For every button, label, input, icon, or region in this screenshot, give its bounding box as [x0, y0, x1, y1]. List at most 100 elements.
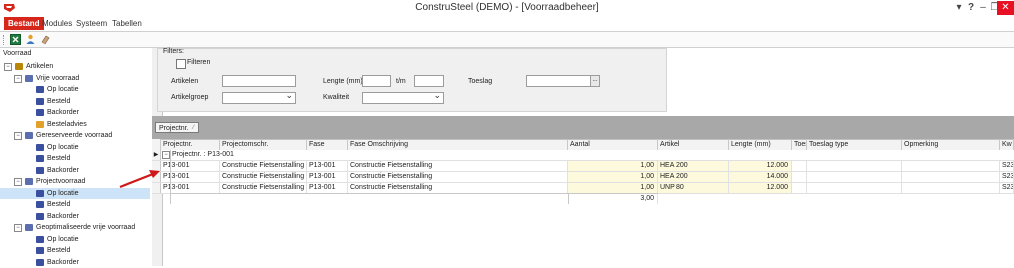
tree-item-label: Gereserveerde voorraad	[36, 132, 113, 139]
cell-artikel[interactable]: HEA 200	[658, 161, 729, 171]
tree-item[interactable]: − Vrije voorraad	[0, 73, 150, 84]
collapse-icon[interactable]: −	[4, 63, 12, 71]
list-icon	[36, 143, 44, 151]
close-button[interactable]: ✕	[997, 1, 1014, 15]
artikelen-label: Artikelen	[171, 78, 199, 85]
tree-item-label: Backorder	[47, 109, 79, 116]
menu-tabellen[interactable]: Tabellen	[108, 17, 146, 30]
cell-empty[interactable]	[792, 183, 807, 193]
lengte-to-input[interactable]	[414, 75, 444, 87]
tree-item[interactable]: Besteld	[0, 96, 150, 107]
cell-empty[interactable]	[807, 172, 902, 182]
tree-item[interactable]: Besteld	[0, 153, 150, 164]
tree-item[interactable]: Besteld	[0, 199, 150, 210]
lengte-from-input[interactable]	[362, 75, 391, 87]
cell-empty[interactable]	[902, 183, 1000, 193]
tree-item[interactable]: − Gereserveerde voorraad	[0, 130, 150, 141]
tree-item-label: Op locatie	[47, 235, 79, 243]
cell-fase-omschrijving[interactable]: Constructie Fietsenstalling	[348, 172, 568, 182]
stock-icon	[25, 224, 33, 231]
cell-lengte[interactable]: 12.000	[729, 161, 792, 171]
tree-item-label: Besteld	[47, 97, 71, 105]
collapse-icon[interactable]: −	[14, 132, 22, 140]
cell-aantal[interactable]: 1,00	[568, 183, 658, 193]
cell-empty[interactable]	[807, 183, 902, 193]
tree-item[interactable]: − Artikelen	[0, 61, 150, 72]
voorraad-tree: Voorraad − Artikelen − Vrije voorraad Op loc…	[0, 48, 153, 266]
cell-artikel[interactable]: HEA 200	[658, 172, 729, 182]
cell-aantal[interactable]: 1,00	[568, 172, 658, 182]
cell-fase[interactable]: P13-001	[307, 161, 348, 171]
toeslag-browse-button[interactable]: ...	[590, 75, 600, 87]
column-header[interactable]: Toeslag	[792, 139, 807, 150]
eraser-icon[interactable]	[40, 34, 51, 45]
group-row[interactable]	[152, 150, 1014, 161]
cell-fase[interactable]: P13-001	[307, 172, 348, 182]
column-header[interactable]: Projectnr.	[161, 139, 220, 150]
cell-fase-omschrijving[interactable]: Constructie Fietsenstalling	[348, 161, 568, 171]
menu-modules[interactable]: Modules	[38, 17, 76, 30]
user-icon[interactable]	[25, 34, 36, 45]
collapse-icon[interactable]: −	[14, 178, 22, 186]
tree-item[interactable]: Besteld	[0, 245, 150, 256]
kwaliteit-select[interactable]	[362, 90, 444, 104]
group-indent-line	[170, 150, 171, 204]
cell-kw[interactable]: S23	[1000, 172, 1014, 182]
column-header[interactable]: Kw	[1000, 139, 1014, 150]
tree-item[interactable]: Backorder	[0, 211, 150, 222]
tree-item-label: Besteld	[47, 201, 71, 208]
filters-title: Filters:	[163, 48, 184, 55]
cell-artikel[interactable]: UNP 80	[658, 183, 729, 193]
column-header[interactable]: Projectomschr.	[220, 139, 307, 150]
tree-item[interactable]: Backorder	[0, 107, 150, 118]
tree-item[interactable]: Op locatie	[0, 142, 150, 153]
cell-fase[interactable]: P13-001	[307, 183, 348, 193]
collapse-icon[interactable]: −	[14, 224, 22, 232]
current-row-icon: ▶	[152, 150, 161, 160]
tree-item-label: Besteld	[47, 247, 71, 254]
group-by-chip[interactable]: Projectnr. ⁄	[155, 122, 199, 133]
cell-kw[interactable]: S23	[1000, 183, 1014, 193]
tree-item[interactable]: Besteladvies	[0, 119, 150, 130]
tree-item-label: Backorder	[47, 212, 79, 220]
column-header[interactable]: Fase Omschrijving	[348, 139, 568, 150]
group-collapse-icon[interactable]: −	[162, 151, 170, 159]
cell-kw[interactable]: S23	[1000, 161, 1014, 171]
total-aantal: 3,00	[568, 194, 658, 204]
toeslag-label: Toeslag	[468, 78, 493, 85]
artikelen-input[interactable]	[222, 75, 296, 87]
column-header[interactable]: Lengte (mm)	[729, 139, 792, 150]
artikelgroep-label: Artikelgroep	[171, 94, 209, 101]
tree-item[interactable]: Op locatie	[0, 84, 150, 95]
cell-empty[interactable]	[792, 161, 807, 171]
column-header[interactable]: Aantal	[568, 139, 658, 150]
tree-item[interactable]: Op locatie	[0, 234, 150, 245]
column-header[interactable]: Artikel	[658, 139, 729, 150]
cell-lengte[interactable]: 12.000	[729, 183, 792, 193]
column-header[interactable]: Toeslag type	[807, 139, 902, 150]
list-icon	[36, 166, 44, 174]
toeslag-input[interactable]	[526, 75, 591, 87]
cell-empty[interactable]	[792, 172, 807, 182]
cell-fase-omschrijving[interactable]: Constructie Fietsenstalling	[348, 183, 568, 193]
cell-empty[interactable]	[807, 161, 902, 171]
cell-lengte[interactable]: 14.000	[729, 172, 792, 182]
excel-export-icon[interactable]	[10, 34, 21, 45]
cell-empty[interactable]	[902, 161, 1000, 171]
cell-empty[interactable]	[902, 172, 1000, 182]
cell-projectomschr[interactable]: Constructie Fietsenstalling	[220, 161, 307, 171]
artikel-type: HEA	[660, 173, 675, 180]
column-header[interactable]: Opmerking	[902, 139, 1000, 150]
tree-item[interactable]: − Geoptimaliseerde vrije voorraad	[0, 222, 150, 233]
artikelgroep-select[interactable]	[222, 90, 296, 104]
cell-projectomschr[interactable]: Constructie Fietsenstalling	[220, 172, 307, 182]
column-header[interactable]: Fase	[307, 139, 348, 150]
cell-aantal[interactable]: 1,00	[568, 161, 658, 171]
collapse-icon[interactable]: −	[14, 74, 22, 83]
tree-item-label: Op locatie	[47, 86, 79, 93]
menu-systeem[interactable]: Systeem	[72, 17, 111, 30]
cell-projectomschr[interactable]: Constructie Fietsenstalling	[220, 183, 307, 193]
list-icon	[36, 189, 44, 197]
tree-title: Voorraad	[3, 50, 32, 57]
filter-checkbox[interactable]	[176, 59, 186, 69]
